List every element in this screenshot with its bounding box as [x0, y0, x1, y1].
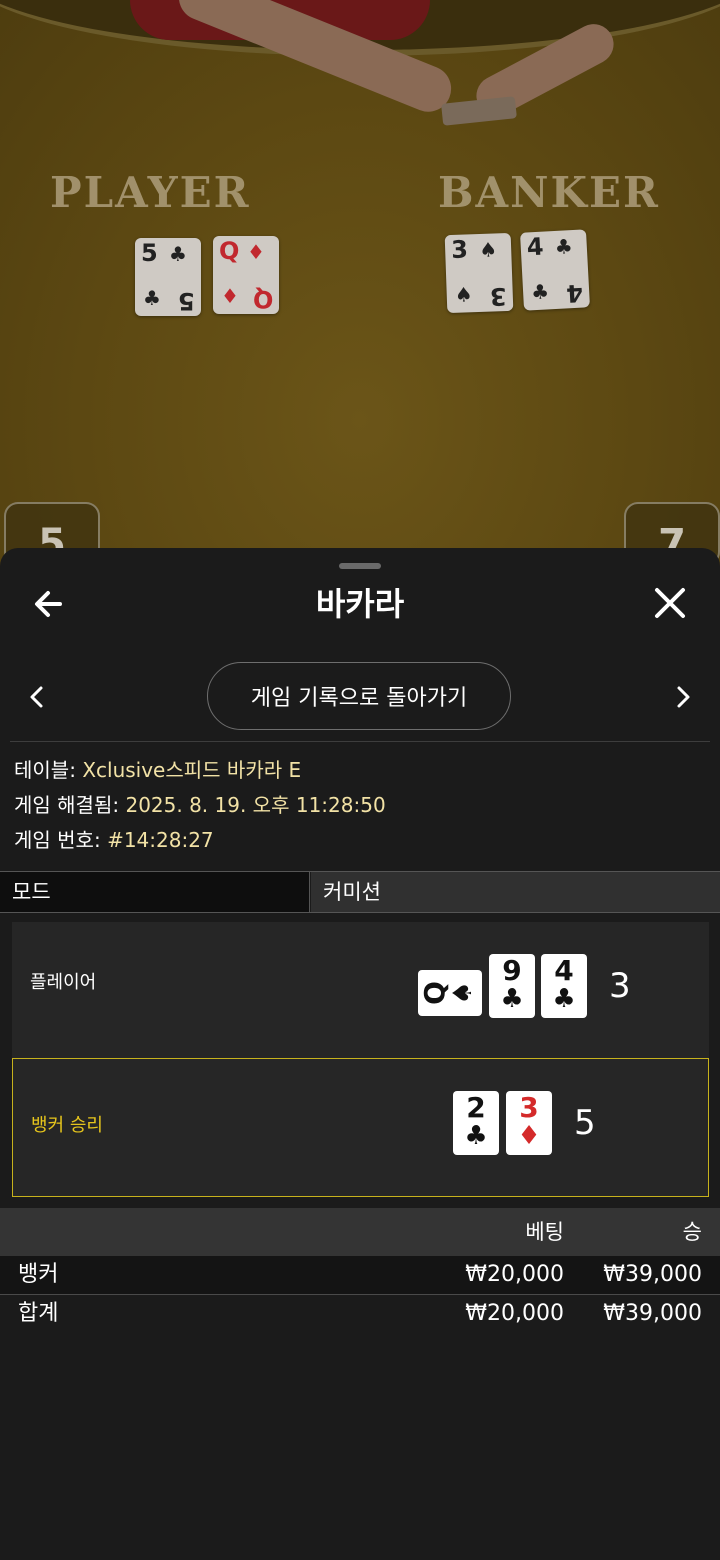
row-win: ₩39,000 [603, 1262, 702, 1287]
divider [10, 741, 710, 742]
banker-score: 5 [574, 1103, 596, 1143]
banker-card-2: 3 ♦ [506, 1091, 552, 1155]
banker-win-label: 뱅커 승리 [31, 1115, 103, 1136]
player-label: 플레이어 [30, 972, 97, 993]
player-score: 3 [609, 966, 631, 1006]
info-game-number-key: 게임 번호: [14, 828, 101, 852]
info-table: 테이블: Xclusive스피드 바카라 E [14, 756, 301, 784]
felt-label-banker: BANKER [438, 168, 660, 217]
video-banker-card-2: 4 ♣ ♣ 4 [520, 229, 590, 311]
tab-commission[interactable]: 커미션 [311, 872, 720, 912]
live-video-background: PLAYER BANKER 5 ♣ ♣ 5 Q ♦ ♦ Q 3 ♠ ♠ 3 4 … [0, 0, 720, 600]
total-bet: ₩20,000 [465, 1301, 564, 1326]
player-result-row: 플레이어 Q ♠ 9 ♣ 4 ♣ 3 [12, 922, 709, 1058]
info-game-number: 게임 번호: #14:28:27 [14, 826, 214, 854]
close-icon[interactable] [648, 584, 692, 624]
chevron-right-icon[interactable] [668, 680, 698, 714]
player-card-1: Q ♠ [418, 970, 482, 1016]
table-row-total: 합계 ₩20,000 ₩39,000 [0, 1295, 720, 1333]
video-player-card-1: 5 ♣ ♣ 5 [135, 238, 201, 316]
tab-bar: 모드 커미션 [0, 871, 720, 913]
banker-card-1: 2 ♣ [453, 1091, 499, 1155]
bet-table-header: 베팅 승 [0, 1208, 720, 1256]
game-history-sheet: 바카라 게임 기록으로 돌아가기 테이블: Xclusive스피드 바카라 E … [0, 548, 720, 1560]
info-table-value: Xclusive스피드 바카라 E [82, 758, 302, 782]
video-player-card-2: Q ♦ ♦ Q [213, 236, 279, 314]
info-game-number-value: #14:28:27 [107, 828, 214, 852]
table-row: 뱅커 ₩20,000 ₩39,000 [0, 1256, 720, 1295]
total-label: 합계 [18, 1301, 59, 1326]
felt-label-player: PLAYER [50, 168, 251, 217]
player-card-3: 4 ♣ [541, 954, 587, 1018]
banker-result-row: 뱅커 승리 2 ♣ 3 ♦ 5 [12, 1058, 709, 1197]
info-resolved: 게임 해결됨: 2025. 8. 19. 오후 11:28:50 [14, 791, 386, 819]
info-resolved-value: 2025. 8. 19. 오후 11:28:50 [125, 793, 386, 817]
row-label: 뱅커 [18, 1262, 59, 1287]
video-banker-card-1: 3 ♠ ♠ 3 [444, 232, 514, 314]
return-to-history-button[interactable]: 게임 기록으로 돌아가기 [207, 662, 511, 730]
sheet-title: 바카라 [315, 585, 405, 623]
bet-column-header: 베팅 [525, 1220, 564, 1244]
info-table-key: 테이블: [14, 758, 76, 782]
player-card-2: 9 ♣ [489, 954, 535, 1018]
total-win: ₩39,000 [603, 1301, 702, 1326]
drag-handle[interactable] [339, 563, 381, 569]
info-resolved-key: 게임 해결됨: [14, 793, 120, 817]
chevron-left-icon[interactable] [22, 680, 52, 714]
row-bet: ₩20,000 [465, 1262, 564, 1287]
tab-mode[interactable]: 모드 [0, 872, 310, 912]
win-column-header: 승 [682, 1220, 702, 1244]
held-card [441, 96, 517, 126]
